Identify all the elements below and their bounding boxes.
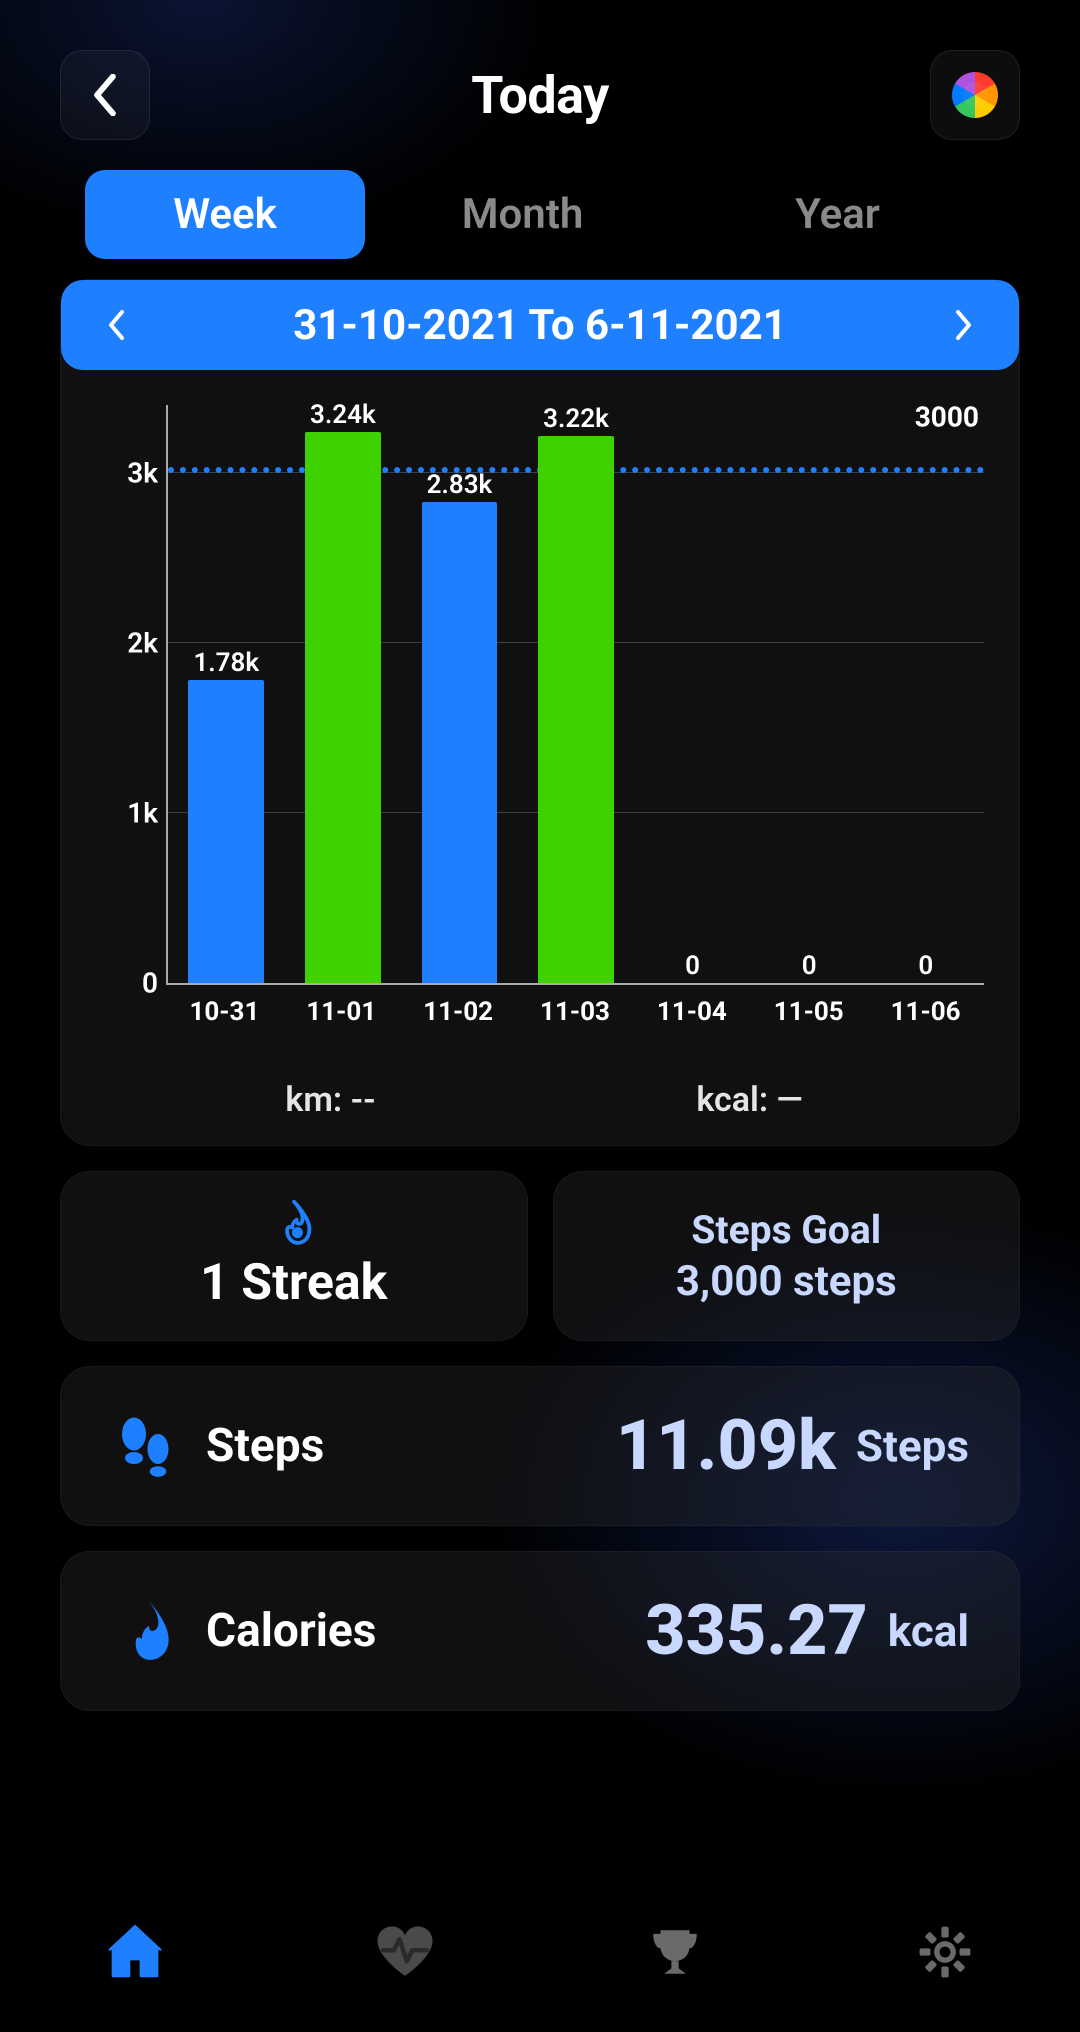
chevron-right-icon xyxy=(952,307,976,343)
steps-label: Steps xyxy=(206,1419,324,1473)
time-range-tabs: Week Month Year xyxy=(60,170,1020,259)
tab-year[interactable]: Year xyxy=(680,170,995,259)
bar-value-label: 0 xyxy=(802,951,817,981)
calories-unit: kcal xyxy=(888,1605,969,1657)
ytick-label: 3k xyxy=(98,457,158,490)
goal-title: Steps Goal xyxy=(691,1207,881,1253)
calories-metric-card[interactable]: Calories 335.27 kcal xyxy=(60,1551,1020,1711)
nav-achievements[interactable] xyxy=(640,1917,710,1987)
calories-label: Calories xyxy=(206,1604,376,1658)
bar-value-label: 3.24k xyxy=(310,400,376,430)
bar-value-label: 0 xyxy=(918,951,933,981)
date-range-label: 31-10-2021 To 6-11-2021 xyxy=(293,301,787,350)
steps-metric-card[interactable]: Steps 11.09k Steps xyxy=(60,1366,1020,1526)
xtick-label: 11-04 xyxy=(633,985,750,1027)
xtick-label: 11-06 xyxy=(867,985,984,1027)
streak-value: 1 Streak xyxy=(200,1254,387,1312)
bar[interactable]: 3.24k xyxy=(305,432,381,983)
xtick-label: 11-01 xyxy=(283,985,400,1027)
bar-column: 2.83k xyxy=(401,405,518,983)
bar-value-label: 1.78k xyxy=(193,648,259,678)
bar[interactable]: 3.22k xyxy=(538,436,614,983)
bar-value-label: 3.22k xyxy=(543,404,609,434)
heart-pulse-icon xyxy=(372,1924,438,1980)
xtick-label: 11-02 xyxy=(400,985,517,1027)
bar-column: 1.78k xyxy=(168,405,285,983)
footsteps-icon xyxy=(116,1413,176,1479)
page-title: Today xyxy=(471,65,609,126)
prev-range-button[interactable] xyxy=(96,305,136,345)
tab-week[interactable]: Week xyxy=(85,170,365,259)
activity-ring-button[interactable] xyxy=(930,50,1020,140)
xtick-label: 11-05 xyxy=(750,985,867,1027)
chart-footer: km: -- kcal: — xyxy=(61,1055,1019,1120)
trophy-icon xyxy=(646,1924,704,1980)
gear-icon xyxy=(916,1923,974,1981)
nav-settings[interactable] xyxy=(910,1917,980,1987)
bar-column: 3.22k xyxy=(518,405,635,983)
activity-ring-icon xyxy=(952,72,998,118)
bar-value-label: 0 xyxy=(685,951,700,981)
home-icon xyxy=(105,1924,165,1980)
bar[interactable]: 1.78k xyxy=(188,680,264,983)
steps-goal-card[interactable]: Steps Goal 3,000 steps xyxy=(553,1171,1021,1341)
steps-value: 11.09k xyxy=(616,1405,836,1487)
chevron-left-icon xyxy=(89,74,121,116)
chevron-left-icon xyxy=(104,307,128,343)
calories-value: 335.27 xyxy=(645,1590,868,1672)
bottom-nav xyxy=(0,1872,1080,2032)
xtick-label: 11-03 xyxy=(517,985,634,1027)
streak-card[interactable]: 1 Streak xyxy=(60,1171,528,1341)
steps-bar-chart: 01k2k3k30001.78k3.24k2.83k3.22k000 10-31… xyxy=(61,405,1019,1055)
bar-column: 0 xyxy=(634,405,751,983)
bar-column: 3.24k xyxy=(285,405,402,983)
kcal-label: kcal: — xyxy=(540,1080,959,1120)
chart-card: 31-10-2021 To 6-11-2021 01k2k3k30001.78k… xyxy=(60,279,1020,1146)
bar[interactable]: 2.83k xyxy=(422,502,498,983)
bar-column: 0 xyxy=(751,405,868,983)
next-range-button[interactable] xyxy=(944,305,984,345)
ytick-label: 0 xyxy=(98,967,158,1000)
goal-value: 3,000 steps xyxy=(676,1257,897,1306)
tab-month[interactable]: Month xyxy=(365,170,680,259)
ytick-label: 2k xyxy=(98,627,158,660)
xtick-label: 10-31 xyxy=(166,985,283,1027)
bar-value-label: 2.83k xyxy=(427,470,493,500)
flame-icon xyxy=(272,1200,316,1248)
km-label: km: -- xyxy=(121,1080,540,1120)
date-range-nav: 31-10-2021 To 6-11-2021 xyxy=(61,280,1019,370)
nav-home[interactable] xyxy=(100,1917,170,1987)
nav-health[interactable] xyxy=(370,1917,440,1987)
flame-icon xyxy=(117,1598,175,1664)
bar-column: 0 xyxy=(867,405,984,983)
ytick-label: 1k xyxy=(98,797,158,830)
steps-unit: Steps xyxy=(856,1420,969,1472)
back-button[interactable] xyxy=(60,50,150,140)
